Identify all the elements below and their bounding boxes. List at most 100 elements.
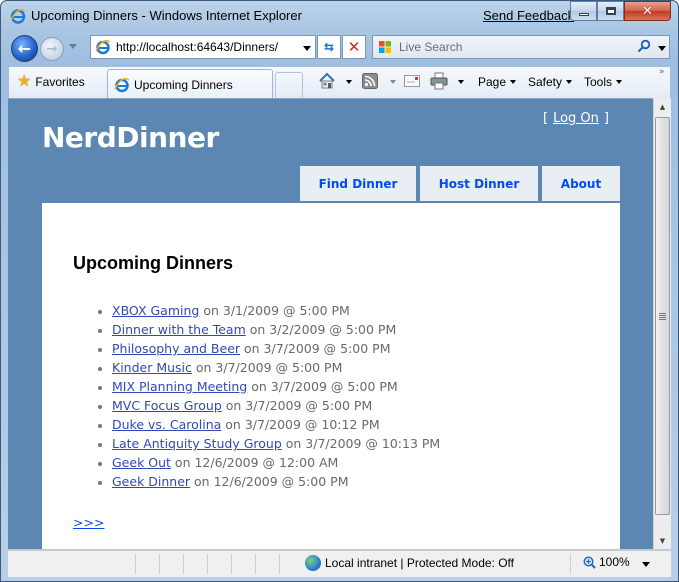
refresh-icon: ⇆ bbox=[323, 40, 335, 54]
page-viewport: NerdDinner [Log On] Find Dinner Host Din… bbox=[8, 98, 653, 549]
tools-menu[interactable]: Tools bbox=[584, 73, 623, 91]
scroll-down-arrow-icon[interactable]: ▼ bbox=[654, 532, 671, 549]
maximize-button[interactable] bbox=[597, 1, 624, 21]
dinner-date: on 3/7/2009 @ 10:13 PM bbox=[281, 436, 441, 451]
caret-down-icon bbox=[510, 80, 517, 84]
dinner-date: on 3/7/2009 @ 5:00 PM bbox=[221, 398, 373, 413]
log-on-link[interactable]: Log On bbox=[553, 111, 599, 126]
site-menu: Find Dinner Host Dinner About bbox=[300, 166, 620, 201]
menu-host-dinner[interactable]: Host Dinner bbox=[420, 166, 538, 201]
address-bar[interactable]: http://localhost:64643/Dinners/ bbox=[90, 35, 316, 59]
zoom-dropdown-icon[interactable] bbox=[642, 562, 650, 567]
dinner-link[interactable]: Kinder Music bbox=[112, 360, 192, 375]
dinner-date: on 3/7/2009 @ 5:00 PM bbox=[240, 341, 391, 356]
dinner-date: on 3/7/2009 @ 10:12 PM bbox=[221, 417, 380, 432]
grip-icon bbox=[659, 312, 666, 320]
home-dropdown[interactable] bbox=[342, 73, 352, 91]
caret-down-icon bbox=[458, 80, 464, 84]
navigation-bar: ← → http://localhost:64643/Dinners/ ⇆ ✕ … bbox=[1, 31, 678, 65]
dinner-link[interactable]: Philosophy and Beer bbox=[112, 341, 240, 356]
forward-button[interactable]: → bbox=[40, 37, 64, 61]
dinner-link[interactable]: Late Antiquity Study Group bbox=[112, 436, 282, 451]
status-divider bbox=[279, 554, 280, 574]
list-item: Geek Out on 12/6/2009 @ 12:00 AM bbox=[97, 455, 440, 474]
print-icon[interactable] bbox=[430, 72, 448, 90]
close-icon: ✕ bbox=[642, 3, 653, 19]
dinner-link[interactable]: Dinner with the Team bbox=[112, 322, 246, 337]
dinner-link[interactable]: XBOX Gaming bbox=[112, 303, 199, 318]
list-item: Late Antiquity Study Group on 3/7/2009 @… bbox=[97, 436, 441, 455]
tab-ie-icon bbox=[114, 77, 130, 93]
zoom-level: 100% bbox=[599, 555, 630, 569]
status-bar: Local intranet | Protected Mode: Off 100… bbox=[8, 550, 671, 577]
main-content: Upcoming Dinners XBOX Gaming on 3/1/2009… bbox=[42, 203, 620, 549]
home-icon[interactable] bbox=[318, 72, 336, 90]
list-item: Philosophy and Beer on 3/7/2009 @ 5:00 P… bbox=[97, 341, 440, 360]
scrollbar-thumb[interactable] bbox=[655, 117, 670, 515]
address-url[interactable]: http://localhost:64643/Dinners/ bbox=[116, 40, 278, 54]
dinner-link[interactable]: MIX Planning Meeting bbox=[112, 379, 247, 394]
stop-button[interactable]: ✕ bbox=[342, 35, 366, 59]
status-divider bbox=[255, 554, 256, 574]
safety-menu[interactable]: Safety bbox=[528, 73, 573, 91]
minimize-button[interactable] bbox=[570, 1, 597, 21]
page-title: Upcoming Dinners bbox=[73, 253, 234, 273]
favorites-star-icon: ★ bbox=[17, 73, 32, 90]
address-dropdown-icon[interactable] bbox=[303, 46, 311, 51]
security-zone-text: Local intranet | Protected Mode: Off bbox=[325, 556, 514, 570]
caret-down-icon bbox=[346, 80, 352, 84]
zoom-control[interactable]: 100% bbox=[583, 555, 630, 569]
back-arrow-icon: ← bbox=[17, 39, 32, 58]
status-divider bbox=[207, 554, 208, 574]
dinner-date: on 3/7/2009 @ 5:00 PM bbox=[191, 360, 343, 375]
safety-menu-label: Safety bbox=[528, 75, 563, 89]
back-button[interactable]: ← bbox=[11, 35, 38, 62]
search-options-dropdown-icon[interactable] bbox=[658, 46, 666, 51]
close-window-button[interactable]: ✕ bbox=[624, 1, 671, 21]
dinner-link[interactable]: Duke vs. Carolina bbox=[112, 417, 221, 432]
list-item: MIX Planning Meeting on 3/7/2009 @ 5:00 … bbox=[97, 379, 440, 398]
next-page-link[interactable]: >>> bbox=[73, 515, 104, 530]
print-dropdown[interactable] bbox=[454, 73, 464, 91]
search-input[interactable]: Live Search bbox=[372, 35, 670, 59]
page-menu-label: Page bbox=[478, 75, 507, 89]
search-icon[interactable] bbox=[637, 39, 651, 53]
window-title: Upcoming Dinners - Windows Internet Expl… bbox=[31, 8, 302, 23]
menu-find-dinner[interactable]: Find Dinner bbox=[300, 166, 416, 201]
toolbar-overflow-chevron-icon[interactable]: » bbox=[659, 67, 665, 77]
refresh-button[interactable]: ⇆ bbox=[317, 35, 341, 59]
new-tab-button[interactable] bbox=[275, 72, 303, 99]
scroll-up-arrow-icon[interactable]: ▲ bbox=[654, 98, 671, 115]
favorites-button[interactable]: ★ Favorites bbox=[17, 72, 85, 92]
rss-feed-icon[interactable] bbox=[362, 73, 378, 89]
list-item: XBOX Gaming on 3/1/2009 @ 5:00 PM bbox=[97, 303, 440, 322]
dinner-link[interactable]: MVC Focus Group bbox=[112, 398, 222, 413]
list-item: Dinner with the Team on 3/2/2009 @ 5:00 … bbox=[97, 322, 440, 341]
browser-window: Upcoming Dinners - Windows Internet Expl… bbox=[0, 0, 679, 582]
send-feedback-link[interactable]: Send Feedback bbox=[483, 8, 574, 23]
security-zone[interactable]: Local intranet | Protected Mode: Off bbox=[305, 555, 514, 571]
read-mail-icon[interactable] bbox=[404, 74, 420, 88]
tab-label: Upcoming Dinners bbox=[134, 78, 233, 92]
status-divider bbox=[570, 554, 571, 574]
page-menu[interactable]: Page bbox=[478, 73, 517, 91]
bracket-close: ] bbox=[603, 111, 609, 126]
status-divider bbox=[231, 554, 232, 574]
tab-upcoming-dinners[interactable]: Upcoming Dinners bbox=[107, 69, 273, 99]
maximize-icon bbox=[605, 7, 616, 15]
dinner-link[interactable]: Geek Out bbox=[112, 455, 171, 470]
list-item: Kinder Music on 3/7/2009 @ 5:00 PM bbox=[97, 360, 440, 379]
windows-live-icon bbox=[379, 41, 391, 53]
logon-display: [Log On] bbox=[543, 111, 609, 126]
feeds-dropdown[interactable] bbox=[386, 73, 396, 91]
site-logo: NerdDinner bbox=[42, 121, 219, 154]
dinner-link[interactable]: Geek Dinner bbox=[112, 474, 190, 489]
menu-about[interactable]: About bbox=[542, 166, 620, 201]
search-placeholder: Live Search bbox=[399, 40, 463, 54]
caret-down-icon bbox=[390, 80, 396, 84]
dinner-date: on 12/6/2009 @ 5:00 PM bbox=[190, 474, 349, 489]
status-divider bbox=[183, 554, 184, 574]
command-bar: ★ Favorites Upcoming Dinners Page Safety… bbox=[8, 66, 671, 99]
vertical-scrollbar[interactable]: ▲ ▼ bbox=[653, 98, 671, 549]
recent-pages-dropdown-icon[interactable] bbox=[69, 44, 77, 49]
